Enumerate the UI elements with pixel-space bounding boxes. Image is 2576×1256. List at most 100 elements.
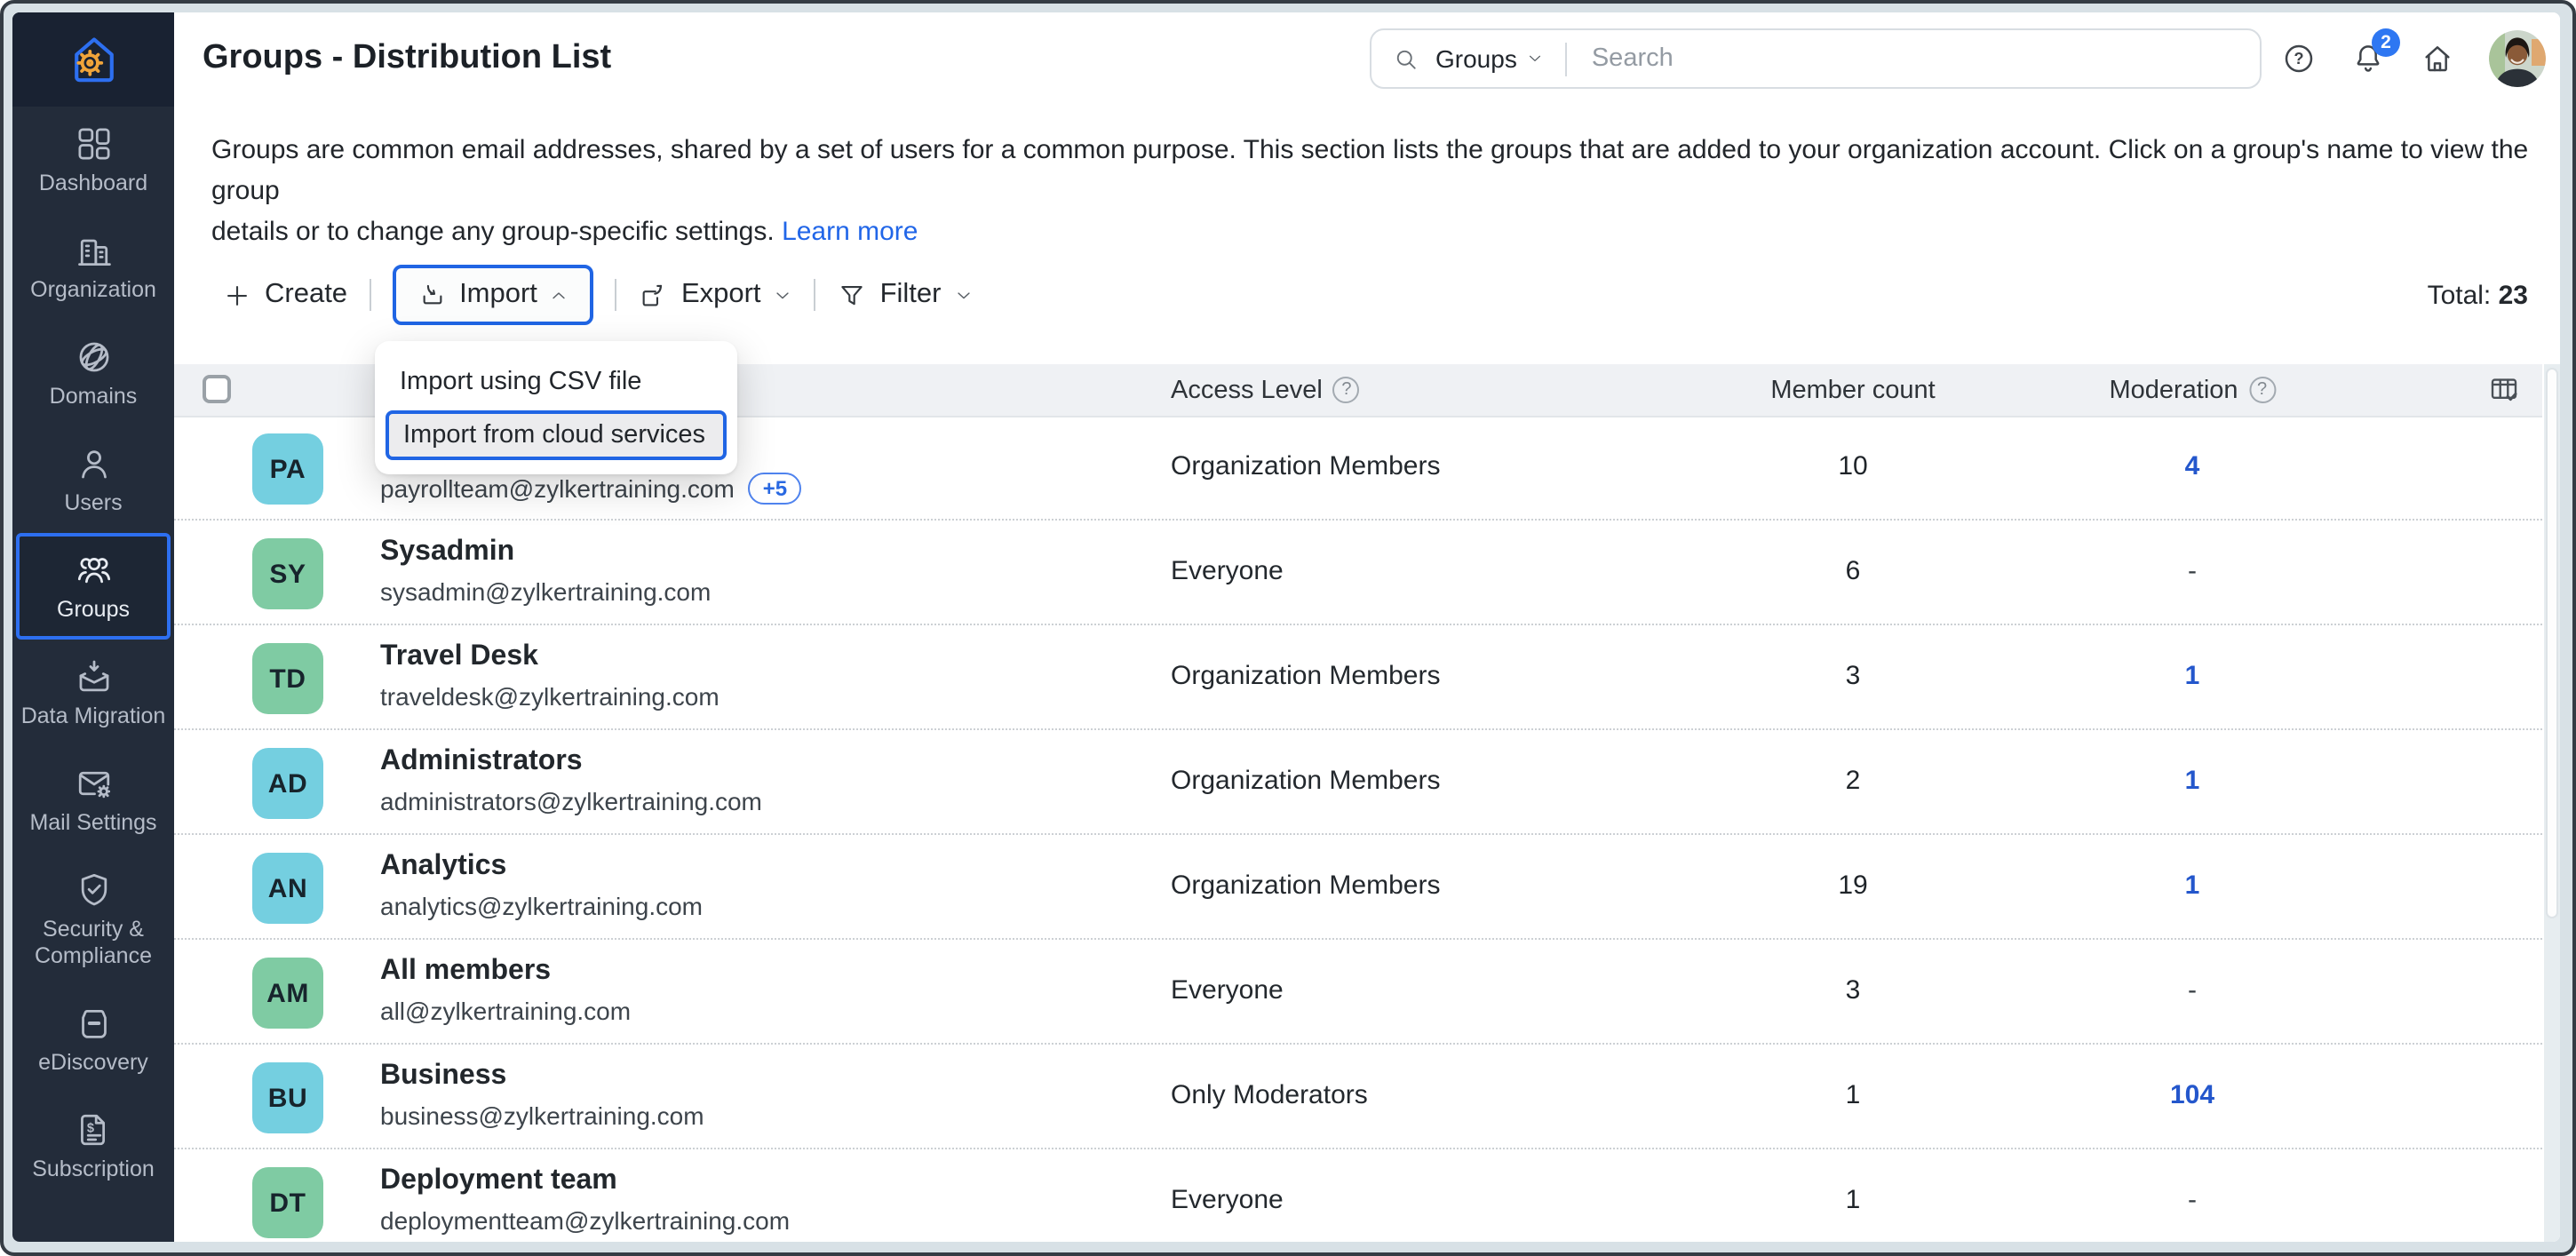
filter-button[interactable]: Filter [838, 279, 974, 311]
moderation-value: - [2188, 1185, 2197, 1215]
group-email: deploymentteam@zylkertraining.com [380, 1206, 790, 1235]
groups-table-body: PA payrollteam@zylkertraining.com+5 Organi… [174, 416, 2542, 1242]
select-all-checkbox[interactable] [203, 375, 231, 403]
groups-icon [74, 551, 113, 590]
access-level-help-icon[interactable]: ? [1333, 377, 1360, 403]
group-email: payrollteam@zylkertraining.com+5 [380, 473, 801, 505]
table-row: AN Analytics analytics@zylkertraining.com O… [174, 835, 2542, 940]
group-name[interactable]: All members [380, 956, 551, 988]
sidebar-item-subscription[interactable]: $Subscription [12, 1093, 174, 1199]
moderation-value[interactable]: 1 [2185, 870, 2200, 901]
moderation-value[interactable]: 1 [2185, 661, 2200, 691]
search-scope-selector[interactable]: Groups [1435, 44, 1544, 73]
sidebar-item-security-compliance[interactable]: Security & Compliance [12, 853, 174, 986]
group-name[interactable]: Travel Desk [380, 641, 538, 673]
sidebar-item-label: Domains [50, 384, 138, 410]
subscription-icon: $ [74, 1110, 113, 1149]
moderation-value: - [2188, 556, 2197, 586]
access-level-value: Everyone [1171, 1185, 1284, 1215]
ediscovery-icon [74, 1004, 113, 1043]
group-name[interactable]: Business [380, 1061, 506, 1093]
import-dropdown-menu: Import using CSV fileImport from cloud s… [375, 341, 737, 474]
sidebar-item-label: Organization [30, 277, 156, 304]
sidebar-item-label: Users [64, 490, 122, 517]
member-count-value: 2 [1846, 766, 1861, 796]
sidebar-item-dashboard[interactable]: Dashboard [12, 107, 174, 213]
sidebar-item-ediscovery[interactable]: eDiscovery [12, 986, 174, 1093]
table-row: TDTravel Desktraveldesk@zylkertraining.c… [174, 625, 2542, 730]
learn-more-link[interactable]: Learn more [782, 217, 918, 247]
menu-item-import-from-cloud-services[interactable]: Import from cloud services [386, 410, 727, 460]
group-email: business@zylkertraining.com [380, 1101, 704, 1130]
column-member-count: Member count [1770, 364, 1935, 416]
data-migration-icon [74, 657, 113, 696]
vertical-scrollbar[interactable] [2544, 364, 2560, 1242]
member-count-value: 19 [1838, 870, 1867, 901]
notifications-icon[interactable]: 2 [2350, 41, 2386, 76]
table-row: AMAll membersall@zylkertraining.comEvery… [174, 940, 2542, 1045]
export-icon [639, 280, 669, 310]
sidebar-item-organization[interactable]: Organization [12, 213, 174, 320]
sidebar-item-users[interactable]: Users [12, 426, 174, 533]
access-level-value: Organization Members [1171, 766, 1440, 796]
toolbar-divider [616, 279, 617, 311]
access-level-value: Organization Members [1171, 451, 1440, 481]
topbar-icons: ? 2 [2281, 12, 2546, 105]
search-input[interactable] [1588, 43, 2260, 75]
moderation-help-icon[interactable]: ? [2249, 377, 2276, 403]
table-row: DTDeployment teamdeploymentteam@zylkertr… [174, 1149, 2542, 1242]
import-button[interactable]: Import [392, 265, 594, 325]
manage-columns-icon[interactable] [2487, 373, 2521, 407]
sidebar-item-label: eDiscovery [38, 1050, 148, 1077]
global-search[interactable]: Groups [1370, 28, 2262, 89]
member-count-value: 6 [1846, 556, 1861, 586]
sidebar-item-groups[interactable]: Groups [16, 533, 171, 640]
user-avatar[interactable] [2489, 30, 2546, 87]
moderation-value[interactable]: 1 [2185, 766, 2200, 796]
export-button[interactable]: Export [639, 279, 793, 311]
content: Groups are common email addresses, share… [174, 105, 2560, 1242]
chevron-down-icon [1526, 50, 1544, 68]
search-scope-label: Groups [1435, 44, 1517, 73]
window-frame: Dashboard Organization Domains Users Groups D… [0, 0, 2576, 1256]
toolbar-divider [369, 279, 370, 311]
group-name[interactable]: Sysadmin [380, 537, 514, 568]
group-avatar: AM [252, 958, 323, 1029]
chevron-down-icon [774, 285, 793, 305]
description-line2: details or to change any group-specific … [211, 217, 775, 247]
chevron-up-icon [550, 285, 569, 305]
access-level-value: Organization Members [1171, 870, 1440, 901]
group-email: analytics@zylkertraining.com [380, 892, 703, 920]
svg-text:$: $ [86, 1122, 93, 1136]
admin-console: Dashboard Organization Domains Users Groups D… [12, 12, 2560, 1242]
group-name[interactable]: Administrators [380, 746, 583, 778]
screenshot: Dashboard Organization Domains Users Groups D… [0, 0, 2576, 1256]
page-description: Groups are common email addresses, share… [211, 130, 2560, 252]
scrollbar-thumb[interactable] [2546, 368, 2558, 918]
home-icon[interactable] [2420, 41, 2455, 76]
sidebar-item-label: Groups [57, 597, 130, 624]
moderation-value[interactable]: 4 [2185, 451, 2200, 481]
group-avatar: PA [252, 433, 323, 505]
create-button[interactable]: Create [222, 279, 347, 311]
search-icon [1393, 45, 1419, 72]
group-name[interactable]: Deployment team [380, 1165, 617, 1197]
access-level-value: Everyone [1171, 556, 1284, 586]
toolbar-divider [815, 279, 816, 311]
sidebar-item-data-migration[interactable]: Data Migration [12, 640, 174, 746]
sidebar-item-label: Dashboard [39, 171, 147, 197]
group-name[interactable]: Analytics [380, 851, 506, 883]
sidebar-item-domains[interactable]: Domains [12, 320, 174, 426]
menu-item-import-using-csv-file[interactable]: Import using CSV file [386, 355, 727, 407]
group-avatar: AN [252, 853, 323, 924]
member-count-value: 3 [1846, 975, 1861, 1006]
app-logo-icon[interactable] [12, 12, 174, 107]
moderation-value[interactable]: 104 [2170, 1080, 2214, 1110]
help-icon[interactable]: ? [2281, 41, 2317, 76]
organization-icon [74, 231, 113, 270]
toolbar: Create Import Export [222, 265, 2528, 325]
more-addresses-badge[interactable]: +5 [749, 473, 801, 505]
sidebar-item-mail-settings[interactable]: Mail Settings [12, 746, 174, 853]
total-value: 23 [2499, 280, 2528, 310]
group-avatar: SY [252, 538, 323, 609]
